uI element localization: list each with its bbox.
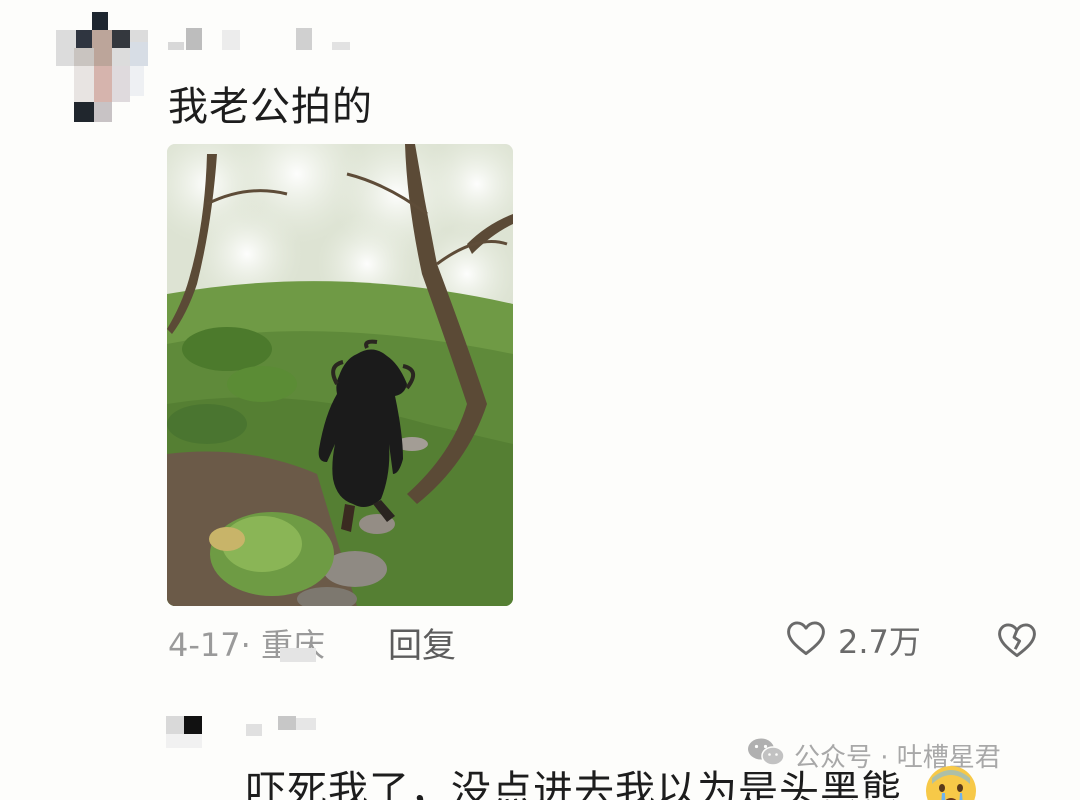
comment-photo[interactable] (167, 144, 513, 606)
reply-text: 吓死我了，没点进去我以为是头黑熊 (246, 768, 902, 800)
reply-avatar[interactable] (166, 716, 222, 750)
location-redaction (280, 648, 316, 662)
reply-button[interactable]: 回复 (388, 618, 456, 667)
broken-heart-icon[interactable] (994, 618, 1040, 666)
orchard-photo-illustration (167, 144, 513, 606)
username-redacted[interactable] (168, 28, 358, 52)
reply-username-redacted[interactable] (246, 716, 326, 736)
avatar[interactable] (56, 12, 148, 122)
crying-face-emoji (924, 764, 978, 800)
heart-outline-icon (784, 616, 828, 664)
comment-text: 我老公拍的 (168, 84, 373, 130)
comment-meta-row: 4-17· 重庆 回复 2.7万 (168, 616, 1048, 667)
like-count: 2.7万 (838, 623, 921, 661)
like-button[interactable]: 2.7万 (784, 616, 921, 664)
comment-thread: 我老公拍的 4-17· 重庆 回复 2.7万 公众号 · 吐槽星君 吓死我了，没… (0, 0, 1080, 800)
